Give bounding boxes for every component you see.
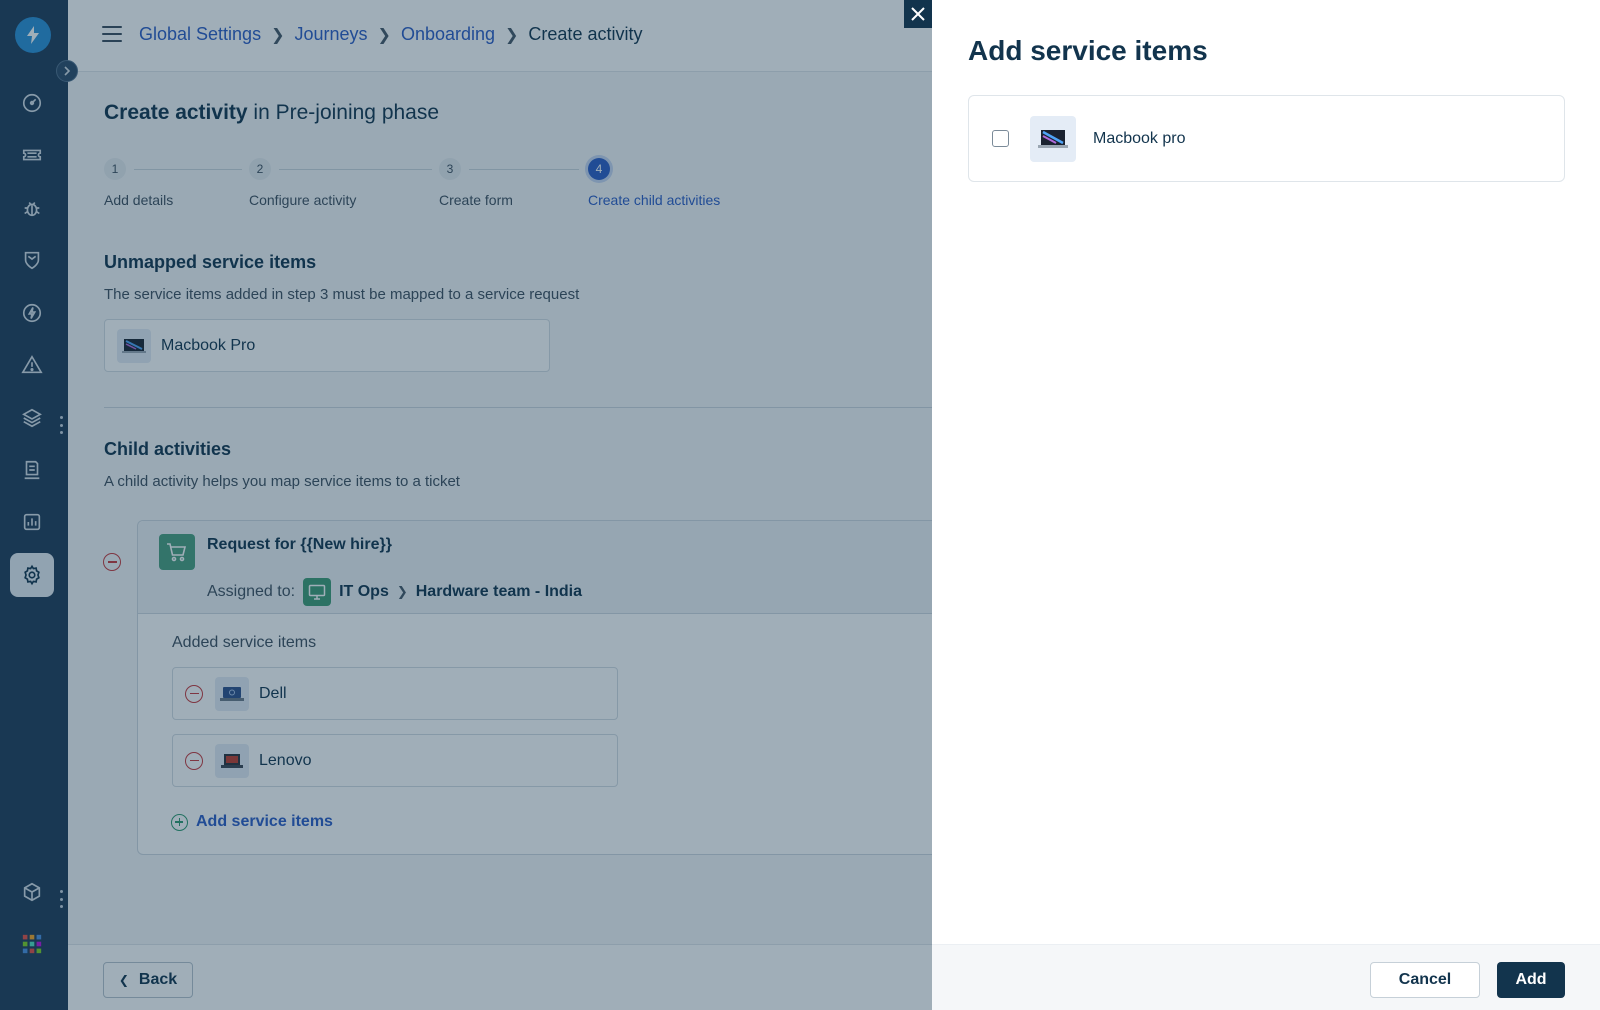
add-service-items-panel: Add service items Macbook pro Cancel Add	[932, 0, 1600, 1010]
panel-item-row[interactable]: Macbook pro	[968, 95, 1565, 182]
panel-item-name: Macbook pro	[1093, 129, 1186, 147]
cancel-button[interactable]: Cancel	[1370, 962, 1480, 998]
close-icon[interactable]	[904, 0, 932, 28]
panel-footer: Cancel Add	[932, 944, 1600, 1010]
panel-title: Add service items	[968, 35, 1208, 66]
modal-backdrop[interactable]	[0, 0, 932, 1010]
item-checkbox[interactable]	[992, 130, 1009, 147]
add-button[interactable]: Add	[1497, 962, 1565, 998]
laptop-icon	[1030, 115, 1076, 162]
